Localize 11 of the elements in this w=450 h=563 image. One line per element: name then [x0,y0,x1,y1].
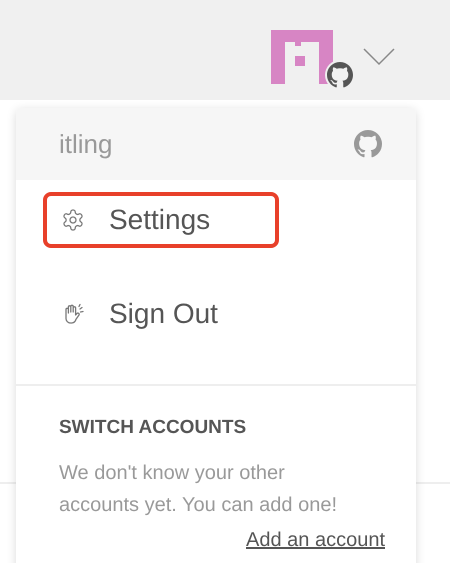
github-badge-icon [327,62,353,88]
add-account-link[interactable]: Add an account [246,524,385,554]
username: itling [59,128,112,160]
avatar-icon [271,30,335,84]
github-icon [354,130,382,158]
chevron-down-icon[interactable] [363,48,395,66]
section-heading: SWITCH ACCOUNTS [59,416,248,440]
info-message: We don't know your other accounts yet. You can add one! [59,460,338,518]
menu-item[interactable]: Sign Out [43,286,240,342]
menu-item[interactable]: Settings [43,192,279,248]
gear-icon [61,208,85,232]
